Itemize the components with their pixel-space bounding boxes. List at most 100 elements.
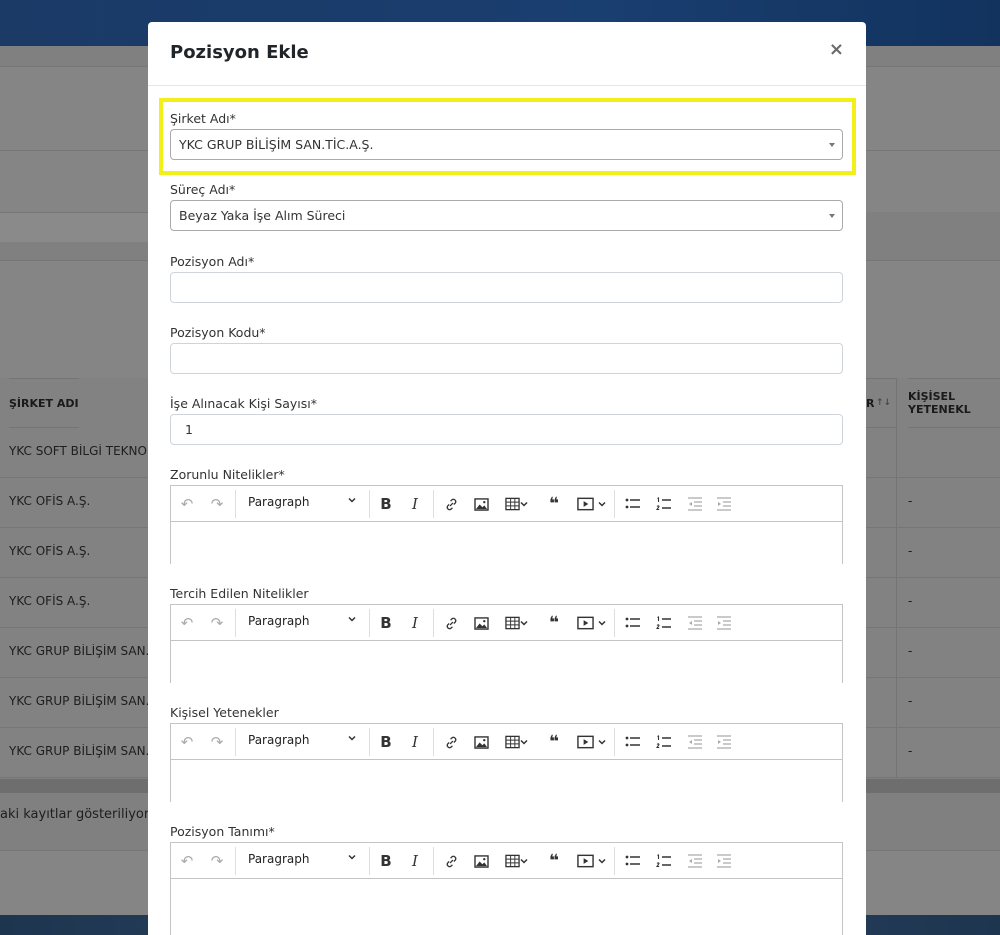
table-header-partial[interactable]: R ↑↓: [866, 378, 897, 428]
close-icon[interactable]: ×: [829, 39, 844, 60]
undo-icon[interactable]: ↶: [177, 494, 197, 514]
redo-icon[interactable]: ↷: [207, 732, 227, 752]
table-info-text: aki kayıtlar gösteriliyor: [0, 807, 150, 822]
link-icon[interactable]: [441, 494, 461, 514]
outdent-icon[interactable]: [685, 851, 705, 871]
outdent-icon[interactable]: [685, 613, 705, 633]
editor-content[interactable]: [171, 760, 842, 802]
personal-skills-label: Kişisel Yetenekler: [170, 705, 279, 720]
bold-icon[interactable]: B: [376, 494, 396, 514]
chevron-down-icon[interactable]: [596, 494, 608, 514]
media-embed-icon[interactable]: [575, 494, 595, 514]
headcount-input[interactable]: 1: [170, 414, 843, 445]
bold-icon[interactable]: B: [376, 613, 396, 633]
required-qualifications-editor: ↶ ↷ Paragraph B I ❝: [170, 485, 843, 564]
cell-skills: -: [908, 544, 913, 558]
chevron-down-icon[interactable]: [518, 613, 530, 633]
blockquote-icon[interactable]: ❝: [544, 494, 564, 514]
position-name-input[interactable]: [170, 272, 843, 303]
position-name-label: Pozisyon Adı*: [170, 254, 255, 269]
bulleted-list-icon[interactable]: [623, 613, 643, 633]
italic-icon[interactable]: I: [405, 851, 425, 871]
editor-content[interactable]: [171, 641, 842, 683]
chevron-down-icon: [347, 733, 357, 746]
chevron-down-icon[interactable]: [518, 494, 530, 514]
italic-icon[interactable]: I: [405, 494, 425, 514]
toolbar-divider: [235, 847, 236, 875]
table-header-company[interactable]: ŞİRKET ADI: [9, 378, 79, 428]
redo-icon[interactable]: ↷: [207, 494, 227, 514]
media-embed-icon[interactable]: [575, 732, 595, 752]
image-icon[interactable]: [471, 732, 491, 752]
italic-icon[interactable]: I: [405, 732, 425, 752]
blockquote-icon[interactable]: ❝: [544, 732, 564, 752]
company-select-value: YKC GRUP BİLİŞİM SAN.TİC.A.Ş.: [179, 137, 374, 152]
redo-icon[interactable]: ↷: [207, 851, 227, 871]
process-select[interactable]: Beyaz Yaka İşe Alım Süreci: [170, 200, 843, 231]
chevron-down-icon[interactable]: [596, 732, 608, 752]
bold-icon[interactable]: B: [376, 732, 396, 752]
cell-skills: -: [908, 594, 913, 608]
toolbar-divider: [369, 609, 370, 637]
sort-icon[interactable]: ↑↓: [876, 398, 891, 408]
blockquote-icon[interactable]: ❝: [544, 851, 564, 871]
undo-icon[interactable]: ↶: [177, 613, 197, 633]
media-embed-icon[interactable]: [575, 851, 595, 871]
cell-company: YKC OFİS A.Ş.: [9, 594, 91, 608]
table-header-skills[interactable]: KİŞİSEL YETENEKL: [908, 378, 1000, 428]
editor-toolbar: ↶ ↷ Paragraph B I ❝: [171, 486, 842, 522]
link-icon[interactable]: [441, 732, 461, 752]
bulleted-list-icon[interactable]: [623, 851, 643, 871]
cell-skills: -: [908, 744, 913, 758]
toolbar-divider: [433, 609, 434, 637]
numbered-list-icon[interactable]: [654, 613, 674, 633]
toolbar-divider: [235, 490, 236, 518]
paragraph-dropdown[interactable]: Paragraph: [248, 733, 309, 747]
numbered-list-icon[interactable]: [654, 851, 674, 871]
indent-icon[interactable]: [714, 851, 734, 871]
paragraph-dropdown[interactable]: Paragraph: [248, 495, 309, 509]
blockquote-icon[interactable]: ❝: [544, 613, 564, 633]
image-icon[interactable]: [471, 613, 491, 633]
paragraph-dropdown[interactable]: Paragraph: [248, 614, 309, 628]
chevron-down-icon[interactable]: [596, 851, 608, 871]
dropdown-arrow-icon: [829, 214, 835, 218]
indent-icon[interactable]: [714, 613, 734, 633]
position-code-input[interactable]: [170, 343, 843, 374]
cell-skills: -: [908, 494, 913, 508]
company-select[interactable]: YKC GRUP BİLİŞİM SAN.TİC.A.Ş.: [170, 129, 843, 160]
numbered-list-icon[interactable]: [654, 732, 674, 752]
required-qualifications-label: Zorunlu Nitelikler*: [170, 467, 285, 482]
outdent-icon[interactable]: [685, 732, 705, 752]
undo-icon[interactable]: ↶: [177, 732, 197, 752]
italic-icon[interactable]: I: [405, 613, 425, 633]
toolbar-divider: [235, 728, 236, 756]
chevron-down-icon[interactable]: [596, 613, 608, 633]
paragraph-dropdown[interactable]: Paragraph: [248, 852, 309, 866]
personal-skills-editor: ↶ ↷ Paragraph B I ❝: [170, 723, 843, 802]
chevron-down-icon: [347, 852, 357, 865]
preferred-qualifications-editor: ↶ ↷ Paragraph B I ❝: [170, 604, 843, 683]
image-icon[interactable]: [471, 494, 491, 514]
media-embed-icon[interactable]: [575, 613, 595, 633]
link-icon[interactable]: [441, 613, 461, 633]
outdent-icon[interactable]: [685, 494, 705, 514]
bulleted-list-icon[interactable]: [623, 732, 643, 752]
redo-icon[interactable]: ↷: [207, 613, 227, 633]
indent-icon[interactable]: [714, 732, 734, 752]
chevron-down-icon: [347, 614, 357, 627]
image-icon[interactable]: [471, 851, 491, 871]
toolbar-divider: [614, 490, 615, 518]
numbered-list-icon[interactable]: [654, 494, 674, 514]
bold-icon[interactable]: B: [376, 851, 396, 871]
undo-icon[interactable]: ↶: [177, 851, 197, 871]
bulleted-list-icon[interactable]: [623, 494, 643, 514]
editor-content[interactable]: [171, 879, 842, 935]
chevron-down-icon[interactable]: [518, 732, 530, 752]
position-description-editor: ↶ ↷ Paragraph B I ❝: [170, 842, 843, 935]
indent-icon[interactable]: [714, 494, 734, 514]
chevron-down-icon[interactable]: [518, 851, 530, 871]
editor-content[interactable]: [171, 522, 842, 564]
cell-company: YKC GRUP BİLİŞİM SAN.T: [9, 744, 148, 758]
link-icon[interactable]: [441, 851, 461, 871]
